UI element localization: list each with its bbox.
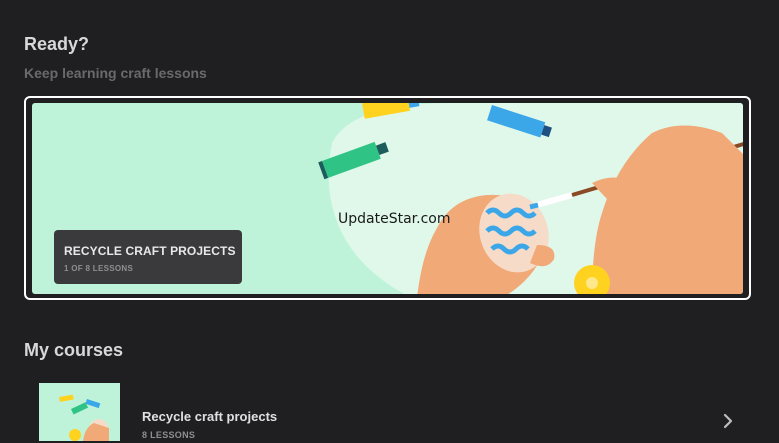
course-lesson-count: 8 LESSONS — [142, 430, 196, 440]
course-list-item[interactable]: Recycle craft projects 8 LESSONS — [39, 383, 759, 443]
my-courses-heading: My courses — [24, 340, 124, 360]
continue-lesson-card[interactable]: RECYCLE CRAFT PROJECTS 1 OF 8 LESSONS — [54, 230, 242, 284]
featured-course-banner[interactable]: UpdateStar.com RECYCLE CRAFT PROJECTS 1 … — [32, 103, 743, 294]
featured-course-progress: 1 OF 8 LESSONS — [64, 264, 134, 273]
course-title: Recycle craft projects — [142, 409, 278, 424]
page-subtitle: Keep learning craft lessons — [24, 65, 207, 81]
chevron-right-icon[interactable] — [721, 413, 735, 429]
watermark-text: UpdateStar.com — [338, 211, 451, 227]
featured-course-title: RECYCLE CRAFT PROJECTS — [64, 244, 236, 258]
course-thumbnail — [39, 383, 120, 441]
page-title: Ready? — [24, 34, 90, 54]
featured-course-card[interactable]: UpdateStar.com RECYCLE CRAFT PROJECTS 1 … — [24, 96, 751, 300]
